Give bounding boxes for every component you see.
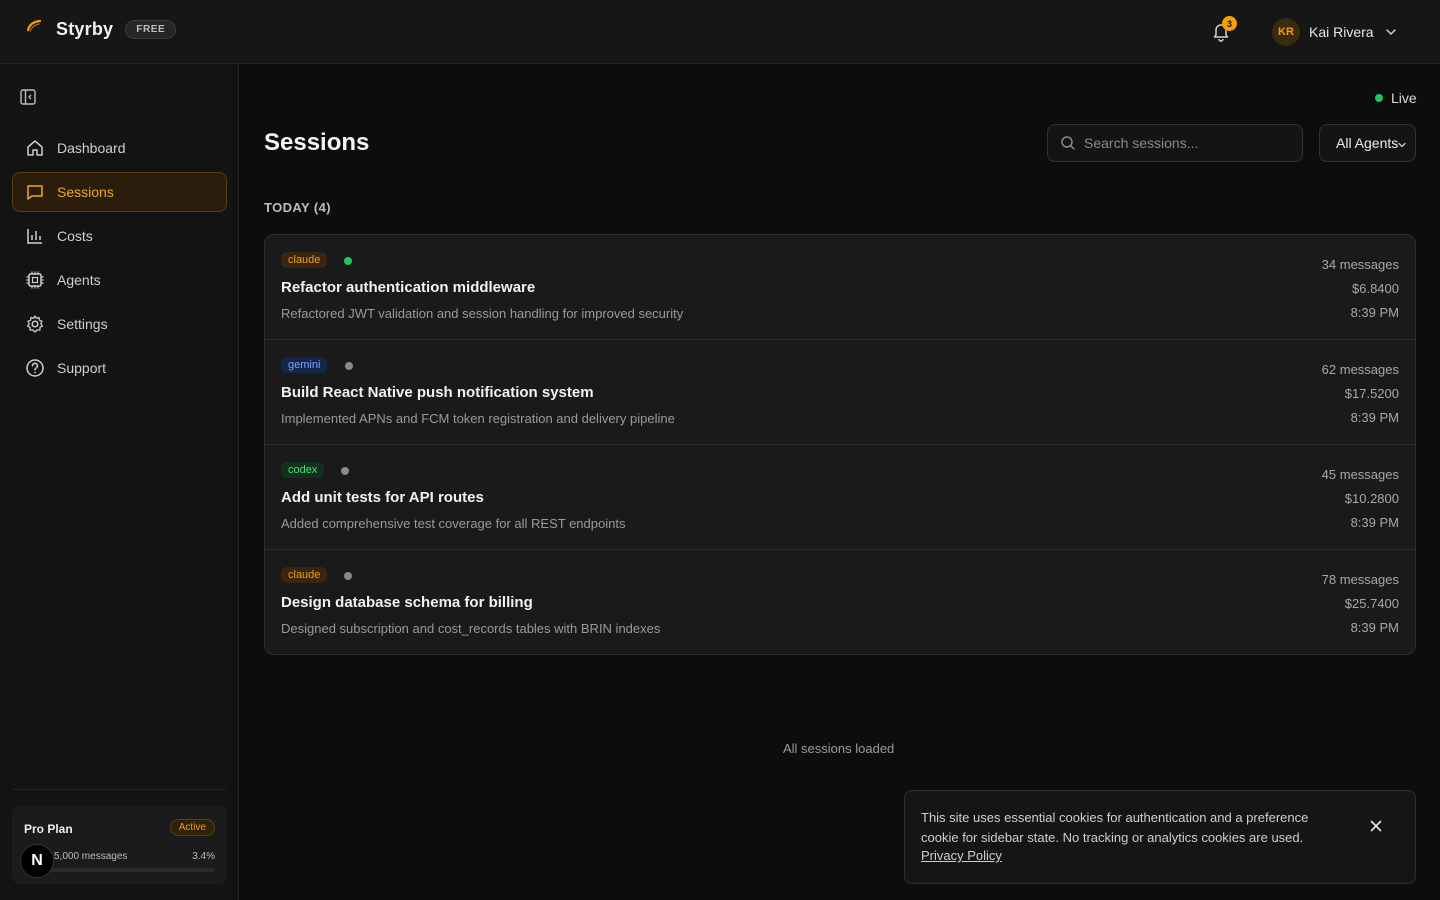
sidebar-item-label: Costs	[57, 228, 93, 244]
brand-name: Styrby	[56, 18, 114, 39]
session-messages: 45 messages	[1321, 467, 1399, 482]
cookie-text: This site uses essential cookies for aut…	[921, 810, 1309, 845]
live-indicator: Live	[1375, 90, 1417, 106]
chevron-down-icon	[1398, 142, 1406, 148]
session-cost: $10.2800	[1344, 491, 1399, 506]
sidebar-item-dashboard[interactable]: Dashboard	[12, 128, 227, 168]
chat-icon	[27, 185, 43, 200]
session-title: Refactor authentication middleware	[281, 279, 536, 296]
close-icon[interactable]	[1368, 818, 1384, 834]
gear-icon	[26, 315, 44, 333]
cpu-icon	[26, 271, 44, 289]
agent-tag: codex	[281, 462, 325, 478]
plan-name: Pro Plan	[24, 822, 73, 836]
live-dot	[1375, 94, 1383, 102]
live-label: Live	[1391, 90, 1417, 106]
help-icon	[26, 359, 44, 377]
session-messages: 62 messages	[1321, 362, 1399, 377]
agent-tag: claude	[281, 567, 328, 583]
session-time: 8:39 PM	[1350, 515, 1399, 530]
sidebar-item-label: Support	[57, 360, 107, 376]
session-title: Design database schema for billing	[281, 594, 533, 611]
user-name: Kai Rivera	[1309, 24, 1374, 40]
session-title: Add unit tests for API routes	[281, 489, 484, 506]
session-time: 8:39 PM	[1350, 410, 1399, 425]
sidebar-item-label: Sessions	[57, 184, 114, 200]
avatar: KR	[1272, 18, 1300, 46]
session-row[interactable]: claude Refactor authentication middlewar…	[265, 235, 1415, 340]
notification-count-badge: 3	[1222, 16, 1237, 31]
page-title: Sessions	[264, 129, 370, 156]
status-dot	[344, 257, 352, 265]
status-dot	[345, 362, 353, 370]
session-cost: $17.5200	[1344, 386, 1399, 401]
session-description: Implemented APNs and FCM token registrat…	[281, 411, 675, 426]
sidebar-item-support[interactable]: Support	[12, 348, 227, 388]
session-meta: 45 messages $10.2800 8:39 PM	[1322, 463, 1399, 535]
cookie-banner: This site uses essential cookies for aut…	[904, 790, 1416, 884]
session-row[interactable]: claude Design database schema for billin…	[265, 550, 1415, 654]
sidebar-nav: Dashboard Sessions Costs Agents Settings…	[12, 128, 227, 392]
sidebar-item-label: Settings	[57, 316, 108, 332]
plan-usage: 5,000 messages	[54, 851, 128, 862]
sidebar-item-settings[interactable]: Settings	[12, 304, 227, 344]
group-label: TODAY (4)	[264, 200, 331, 215]
list-footer: All sessions loaded	[783, 741, 895, 756]
top-bar: Styrby FREE 3 KR Kai Rivera	[0, 0, 1440, 64]
agent-tag: gemini	[281, 357, 328, 373]
session-meta: 62 messages $17.5200 8:39 PM	[1322, 358, 1399, 430]
session-description: Designed subscription and cost_records t…	[281, 621, 661, 636]
sidebar-item-label: Dashboard	[57, 140, 126, 156]
privacy-policy-link[interactable]: Privacy Policy	[921, 848, 1002, 863]
sidebar: Dashboard Sessions Costs Agents Settings…	[0, 64, 239, 900]
session-meta: 34 messages $6.8400 8:39 PM	[1322, 253, 1399, 325]
session-messages: 78 messages	[1321, 572, 1399, 587]
session-cost: $25.7400	[1344, 596, 1399, 611]
brand[interactable]: Styrby FREE	[24, 18, 177, 40]
plan-badge: FREE	[125, 19, 177, 39]
status-dot	[344, 572, 352, 580]
session-meta: 78 messages $25.7400 8:39 PM	[1322, 568, 1399, 640]
home-icon	[27, 140, 43, 156]
chevron-down-icon	[1385, 29, 1396, 36]
session-time: 8:39 PM	[1350, 620, 1399, 635]
divider	[12, 789, 227, 790]
session-row[interactable]: codex Add unit tests for API routes Adde…	[265, 445, 1415, 550]
session-description: Refactored JWT validation and session ha…	[281, 306, 684, 321]
agent-tag: claude	[281, 252, 328, 268]
styrby-logo-icon	[26, 19, 42, 32]
session-title: Build React Native push notification sys…	[281, 384, 594, 401]
agent-filter-value: All Agents	[1336, 135, 1399, 151]
plan-status-badge: Active	[169, 819, 215, 836]
sidebar-collapse-icon[interactable]	[19, 88, 37, 106]
user-menu[interactable]: KR Kai Rivera	[1272, 18, 1398, 46]
plan-usage-percent: 3.4%	[192, 851, 215, 862]
sidebar-item-sessions[interactable]: Sessions	[12, 172, 227, 212]
agent-filter-select[interactable]: All Agents	[1319, 124, 1416, 162]
search-icon	[1061, 136, 1075, 150]
search-box[interactable]	[1047, 124, 1303, 162]
bar-chart-icon	[27, 229, 42, 244]
search-input[interactable]	[1084, 135, 1284, 151]
sidebar-item-label: Agents	[57, 272, 101, 288]
sidebar-item-costs[interactable]: Costs	[12, 216, 227, 256]
plan-usage-bar	[24, 868, 215, 872]
session-row[interactable]: gemini Build React Native push notificat…	[265, 340, 1415, 445]
sessions-list: claude Refactor authentication middlewar…	[264, 234, 1416, 655]
session-time: 8:39 PM	[1350, 305, 1399, 320]
n-badge[interactable]: N	[20, 844, 54, 878]
session-cost: $6.8400	[1352, 281, 1399, 296]
session-description: Added comprehensive test coverage for al…	[281, 516, 626, 531]
session-messages: 34 messages	[1321, 257, 1399, 272]
status-dot	[341, 467, 349, 475]
sidebar-item-agents[interactable]: Agents	[12, 260, 227, 300]
